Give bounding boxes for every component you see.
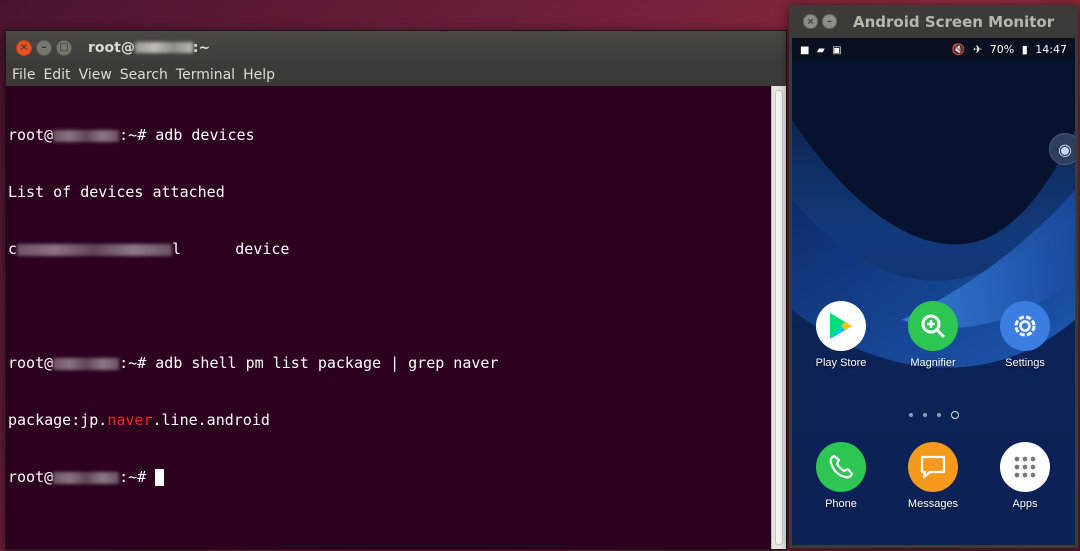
window-title: Android Screen Monitor [853,12,1055,31]
app-magnifier[interactable]: Magnifier [898,301,968,369]
redacted-hostname [134,42,193,53]
terminal-line: package:jp.naver.line.android [8,411,771,430]
page-dot [936,412,941,417]
app-label: Phone [825,498,857,510]
menu-file[interactable]: File [12,67,35,83]
phone-status-bar: ■ ▰ ▣ 🔇 ✈ 70% ▮ 14:47 [792,38,1075,60]
text-cursor [155,469,165,486]
shopping-bag-icon: ■ [800,44,810,56]
aperture-icon[interactable]: ◉ [1049,133,1075,165]
prompt-user: root@ [8,354,54,372]
menu-view[interactable]: View [79,67,112,83]
airplane-icon: ✈ [973,42,983,56]
title-path: :~ [192,39,211,56]
message-icon [908,442,958,492]
page-indicator[interactable] [792,404,1075,423]
terminal-line: root@ :~# [8,468,771,487]
gear-icon [1000,301,1050,351]
maximize-button[interactable]: □ [56,39,72,56]
app-settings[interactable]: Settings [990,301,1060,369]
clock: 14:47 [1035,42,1067,56]
terminal-output[interactable]: root@ :~# adb devices List of devices att… [6,86,771,549]
close-button[interactable]: × [16,39,32,56]
app-label: Settings [1005,357,1045,369]
terminal-scrollbar[interactable] [771,86,786,549]
scrollbar-thumb[interactable] [775,90,783,545]
app-label: Play Store [815,357,867,369]
menu-search[interactable]: Search [120,67,168,83]
mute-icon: 🔇 [951,42,966,56]
terminal-window[interactable]: × – □ root@ :~ File Edit View Search Term… [5,30,787,550]
prompt-user: root@ [8,468,54,486]
close-button[interactable]: × [803,14,818,29]
command-text: adb devices [155,126,255,144]
magnifier-icon [908,301,958,351]
app-drawer[interactable]: Apps [990,442,1060,510]
phone-icon [816,442,866,492]
gallery-icon: ▣ [832,44,842,56]
menu-edit[interactable]: Edit [43,67,70,83]
terminal-menubar: File Edit View Search Terminal Help [6,64,786,86]
terminal-line: c l device [8,240,771,259]
terminal-line: root@ :~# adb shell pm list package | gre… [8,354,771,373]
page-dot [922,412,927,417]
prompt-path: :~# [119,126,156,144]
play-store-icon [816,301,866,351]
app-messages[interactable]: Messages [898,442,968,510]
page-dot [908,412,913,417]
output-text: package:jp. [8,411,108,429]
redacted-serial [17,243,173,256]
battery-icon: ▮ [1021,42,1028,56]
command-text: adb shell pm list package | grep naver [155,354,499,372]
android-monitor-titlebar[interactable]: × – Android Screen Monitor [789,5,1078,38]
terminal-titlebar[interactable]: × – □ root@ :~ [6,31,786,64]
apps-grid-icon [1000,442,1050,492]
minimize-button[interactable]: – [36,39,52,56]
notification-icon: ▰ [816,44,825,56]
menu-terminal[interactable]: Terminal [176,67,235,83]
app-label: Magnifier [910,357,956,369]
output-text: List of devices attached [8,183,225,201]
android-monitor-window[interactable]: × – Android Screen Monitor ■ ▰ ▣ 🔇 ✈ 70%… [789,5,1078,548]
prompt-user: root@ [8,126,54,144]
redacted-hostname [53,471,120,484]
app-phone[interactable]: Phone [806,442,876,510]
title-user: root@ [88,39,135,56]
app-label: Apps [1012,498,1038,510]
battery-percent: 70% [989,42,1015,56]
app-play-store[interactable]: Play Store [806,301,876,369]
prompt-path: :~# [119,354,156,372]
home-page-dot [950,410,959,419]
minimize-button[interactable]: – [822,14,837,29]
output-text: c [8,240,18,258]
prompt-path: :~# [119,468,156,486]
redacted-hostname [53,357,120,370]
output-text: .line.android [152,411,270,429]
grep-match: naver [107,411,153,429]
output-text: l device [172,240,290,258]
app-label: Messages [907,498,959,510]
redacted-hostname [53,129,120,142]
terminal-line: root@ :~# adb devices [8,126,771,145]
phone-screen[interactable]: ■ ▰ ▣ 🔇 ✈ 70% ▮ 14:47 ◉ Play Store Magni… [792,38,1075,545]
terminal-title: root@ :~ [88,40,210,56]
menu-help[interactable]: Help [243,67,275,83]
terminal-line: List of devices attached [8,183,771,202]
